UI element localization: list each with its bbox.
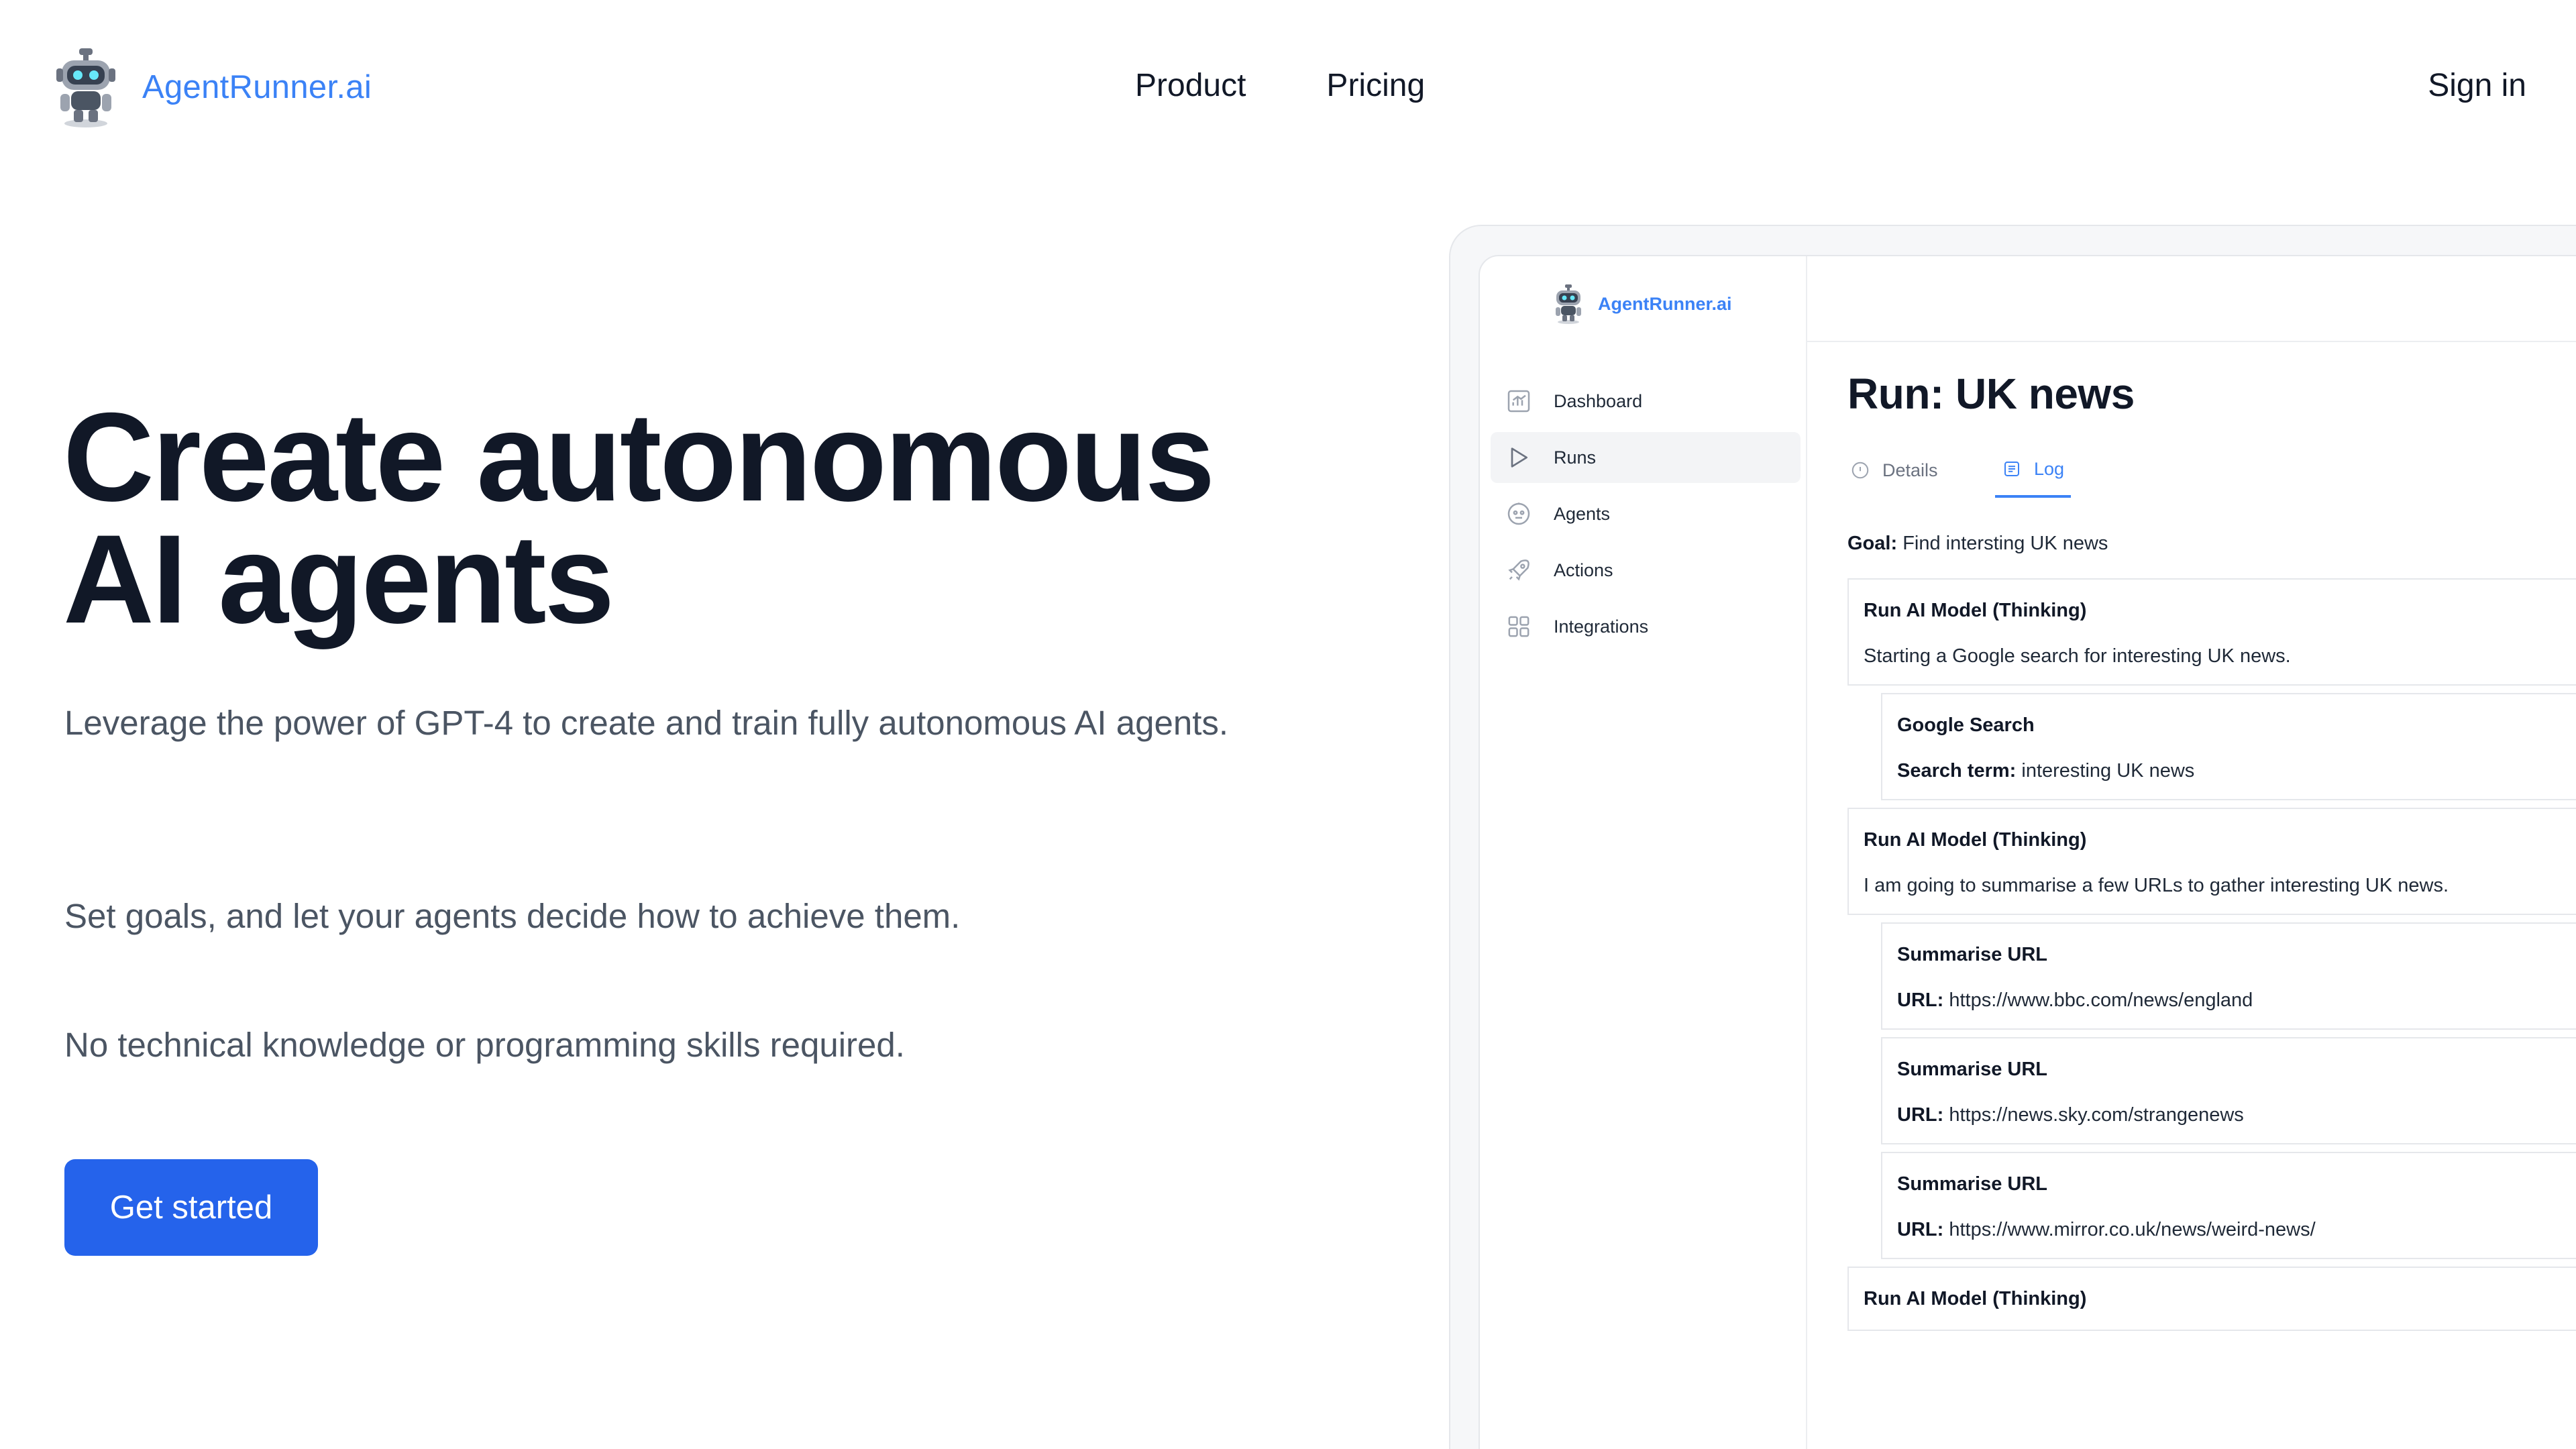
log-entry-body: URL: https://www.mirror.co.uk/news/weird… — [1897, 1219, 2316, 1241]
log-entry-field-label: URL: — [1897, 1219, 1944, 1240]
log-entry-body: URL: https://www.bbc.com/news/england — [1897, 989, 2253, 1012]
log-entry[interactable]: Run AI Model (Thinking) — [1847, 1267, 2576, 1331]
log-entry[interactable]: Summarise URL URL: https://www.bbc.com/n… — [1881, 922, 2576, 1030]
goal-label: Goal: — [1847, 533, 1898, 554]
log-entry-field-label: URL: — [1897, 989, 1944, 1011]
hero-paragraph-3: No technical knowledge or programming sk… — [64, 1026, 905, 1064]
hero-paragraph-2: Set goals, and let your agents decide ho… — [64, 897, 961, 935]
tab-details[interactable]: Details — [1850, 443, 1938, 498]
tab-label: Details — [1882, 460, 1938, 480]
hero-paragraph-1: Leverage the power of GPT-4 to create an… — [64, 704, 1229, 742]
hero-title: Create autonomous AI agents — [63, 386, 1338, 649]
log-entry-title: Run AI Model (Thinking) — [1864, 1288, 2087, 1309]
log-entry-field-label: Search term: — [1897, 760, 2017, 782]
info-icon — [1851, 462, 1869, 479]
log-entry-body: URL: https://news.sky.com/strangenews — [1897, 1104, 2244, 1126]
log-entry-title: Summarise URL — [1897, 944, 2048, 965]
run-goal: Goal: Find intersting UK news — [1847, 533, 2108, 555]
log-entry-title: Summarise URL — [1897, 1059, 2048, 1080]
nav-link-product[interactable]: Product — [1135, 67, 1246, 104]
log-entry-field-value: https://www.mirror.co.uk/news/weird-news… — [1949, 1219, 2316, 1240]
run-main-panel: Run: UK news Details Log Goal: Find inte… — [1479, 255, 2576, 1449]
log-entry-field-value: interesting UK news — [2021, 760, 2195, 782]
nav-link-pricing[interactable]: Pricing — [1326, 67, 1425, 104]
sign-in-link[interactable]: Sign in — [2428, 67, 2526, 104]
tab-label: Log — [2034, 458, 2065, 479]
log-entry-title: Summarise URL — [1897, 1173, 2048, 1195]
log-entry[interactable]: Summarise URL URL: https://www.mirror.co… — [1881, 1152, 2576, 1259]
log-entry-body: Search term: interesting UK news — [1897, 760, 2194, 782]
log-entry-field-value: https://news.sky.com/strangenews — [1949, 1104, 2244, 1126]
log-icon — [2004, 462, 2019, 476]
log-entry[interactable]: Run AI Model (Thinking) I am going to su… — [1847, 808, 2576, 915]
robot-logo-icon — [56, 48, 115, 127]
log-entry[interactable]: Run AI Model (Thinking) Starting a Googl… — [1847, 578, 2576, 686]
log-entry-title: Google Search — [1897, 714, 2035, 736]
primary-nav: Product Pricing — [1135, 67, 1425, 104]
tab-log[interactable]: Log — [1995, 443, 2072, 498]
get-started-button[interactable]: Get started — [64, 1159, 318, 1256]
log-entry-title: Run AI Model (Thinking) — [1864, 829, 2087, 851]
run-title: Run: UK news — [1847, 370, 2135, 418]
brand-name: AgentRunner.ai — [142, 69, 372, 105]
log-entry[interactable]: Google Search Search term: interesting U… — [1881, 693, 2576, 800]
log-entry-field-value: https://www.bbc.com/news/england — [1949, 989, 2253, 1011]
log-entry-field-label: URL: — [1897, 1104, 1944, 1126]
log-entry[interactable]: Summarise URL URL: https://news.sky.com/… — [1881, 1037, 2576, 1144]
run-tabs: Details Log — [1847, 443, 2576, 498]
top-nav: AgentRunner.ai Product Pricing Sign in — [0, 0, 2576, 174]
hero-title-line-2: AI agents — [63, 508, 614, 649]
brand-logo[interactable]: AgentRunner.ai — [54, 46, 372, 129]
log-entry-body: I am going to summarise a few URLs to ga… — [1864, 875, 2449, 896]
log-entry-title: Run AI Model (Thinking) — [1864, 600, 2087, 621]
log-entry-body: Starting a Google search for interesting… — [1864, 645, 2291, 667]
hero-title-line-1: Create autonomous — [63, 386, 1215, 527]
goal-value: Find intersting UK news — [1902, 533, 2108, 554]
